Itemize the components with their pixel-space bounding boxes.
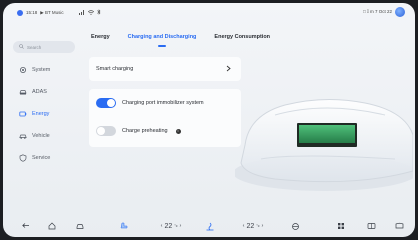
preheating-toggle[interactable]	[96, 126, 116, 136]
sidebar-item-label: Energy	[32, 111, 50, 117]
chevron-right-icon	[226, 65, 231, 74]
status-right-text: □ 𝕀 m 7 Oct 22	[363, 9, 392, 14]
app-dot-icon	[17, 9, 23, 16]
sidebar-item-label: Service	[32, 155, 51, 161]
tab-energy-consumption[interactable]: Energy Consumption	[214, 34, 270, 43]
signal-icon	[78, 9, 85, 16]
avatar[interactable]	[395, 7, 405, 17]
temp-increase-button[interactable]: ›	[179, 223, 181, 229]
wifi-icon	[87, 9, 94, 16]
smart-charging-label: Smart charging	[96, 66, 134, 72]
battery-pack	[299, 125, 355, 143]
sidebar-item-label: Vehicle	[32, 133, 50, 139]
bottom-dock: ‹ 22 °c › ‹ 22 °c ›	[3, 215, 415, 237]
steering-heat-icon[interactable]	[289, 220, 301, 232]
vehicle-illustration	[233, 75, 415, 199]
toggle-knob	[107, 99, 115, 107]
seat-heat-icon[interactable]	[115, 220, 133, 232]
temp-decrease-button[interactable]: ‹	[161, 223, 163, 229]
temp-decrease-button[interactable]: ‹	[243, 223, 245, 229]
screen: 15:18 ▶ BT Music □ 𝕀 m 7 Oct 22 Search S…	[3, 3, 415, 237]
temp-increase-button[interactable]: ›	[261, 223, 263, 229]
tab-energy[interactable]: Energy	[91, 34, 110, 43]
rear-defrost-icon[interactable]	[393, 220, 405, 232]
shield-icon	[19, 154, 27, 162]
right-temp-unit: °c	[256, 224, 260, 228]
left-temperature-control[interactable]: ‹ 22 °c ›	[153, 220, 189, 232]
fan-icon[interactable]	[203, 220, 217, 232]
right-temp-value: 22	[246, 222, 255, 230]
back-icon[interactable]	[21, 220, 31, 232]
tab-charging-and-discharging[interactable]: Charging and Discharging	[128, 34, 196, 47]
status-left: 15:18 ▶ BT Music	[17, 9, 101, 16]
vehicle-icon	[19, 132, 27, 140]
home-icon[interactable]	[47, 220, 57, 232]
toggle-knob	[97, 127, 105, 135]
search-placeholder: Search	[27, 44, 42, 50]
sidebar-item-label: System	[32, 67, 51, 73]
left-temp-value: 22	[164, 222, 173, 230]
tab-bar: Energy Charging and Discharging Energy C…	[91, 34, 270, 47]
sidebar-item-vehicle[interactable]: Vehicle	[13, 125, 75, 147]
smart-charging-card[interactable]: Smart charging	[89, 57, 241, 81]
battery-icon	[19, 110, 27, 118]
status-time: 15:18	[26, 10, 38, 15]
gear-icon	[19, 66, 27, 74]
search-input[interactable]: Search	[13, 41, 75, 53]
preheating-row: Charge preheating i	[89, 117, 241, 145]
status-right: □ 𝕀 m 7 Oct 22	[363, 7, 405, 17]
car-adas-icon	[19, 88, 27, 96]
sidebar-item-system[interactable]: System	[13, 59, 75, 81]
apps-grid-icon[interactable]	[335, 220, 347, 232]
info-icon[interactable]: i	[175, 128, 181, 134]
bluetooth-icon	[96, 9, 101, 16]
sidebar-nav: System ADAS Energy Vehicle Service	[13, 59, 75, 169]
sidebar-item-adas[interactable]: ADAS	[13, 81, 75, 103]
car-control-icon[interactable]	[75, 220, 85, 232]
left-temp-unit: °c	[174, 224, 178, 228]
immobilizer-toggle[interactable]	[96, 98, 116, 108]
charging-options-card: Charging port immobilizer system Charge …	[89, 89, 241, 147]
sidebar: Search System ADAS Energy Vehicle Servic…	[13, 41, 75, 169]
immobilizer-row: Charging port immobilizer system	[89, 89, 241, 117]
car-outline-icon	[233, 98, 415, 191]
right-temperature-control[interactable]: ‹ 22 °c ›	[235, 220, 271, 232]
sidebar-item-label: ADAS	[32, 89, 47, 95]
preheating-label: Charge preheating	[122, 128, 168, 134]
search-icon	[19, 44, 24, 50]
sidebar-item-energy[interactable]: Energy	[13, 103, 75, 125]
status-bar: 15:18 ▶ BT Music □ 𝕀 m 7 Oct 22	[3, 3, 415, 23]
smart-charging-row[interactable]: Smart charging	[89, 57, 241, 81]
sidebar-item-service[interactable]: Service	[13, 147, 75, 169]
immobilizer-label: Charging port immobilizer system	[122, 100, 204, 106]
status-media[interactable]: ▶ BT Music	[40, 10, 63, 16]
dashboard-icon[interactable]	[365, 220, 377, 232]
